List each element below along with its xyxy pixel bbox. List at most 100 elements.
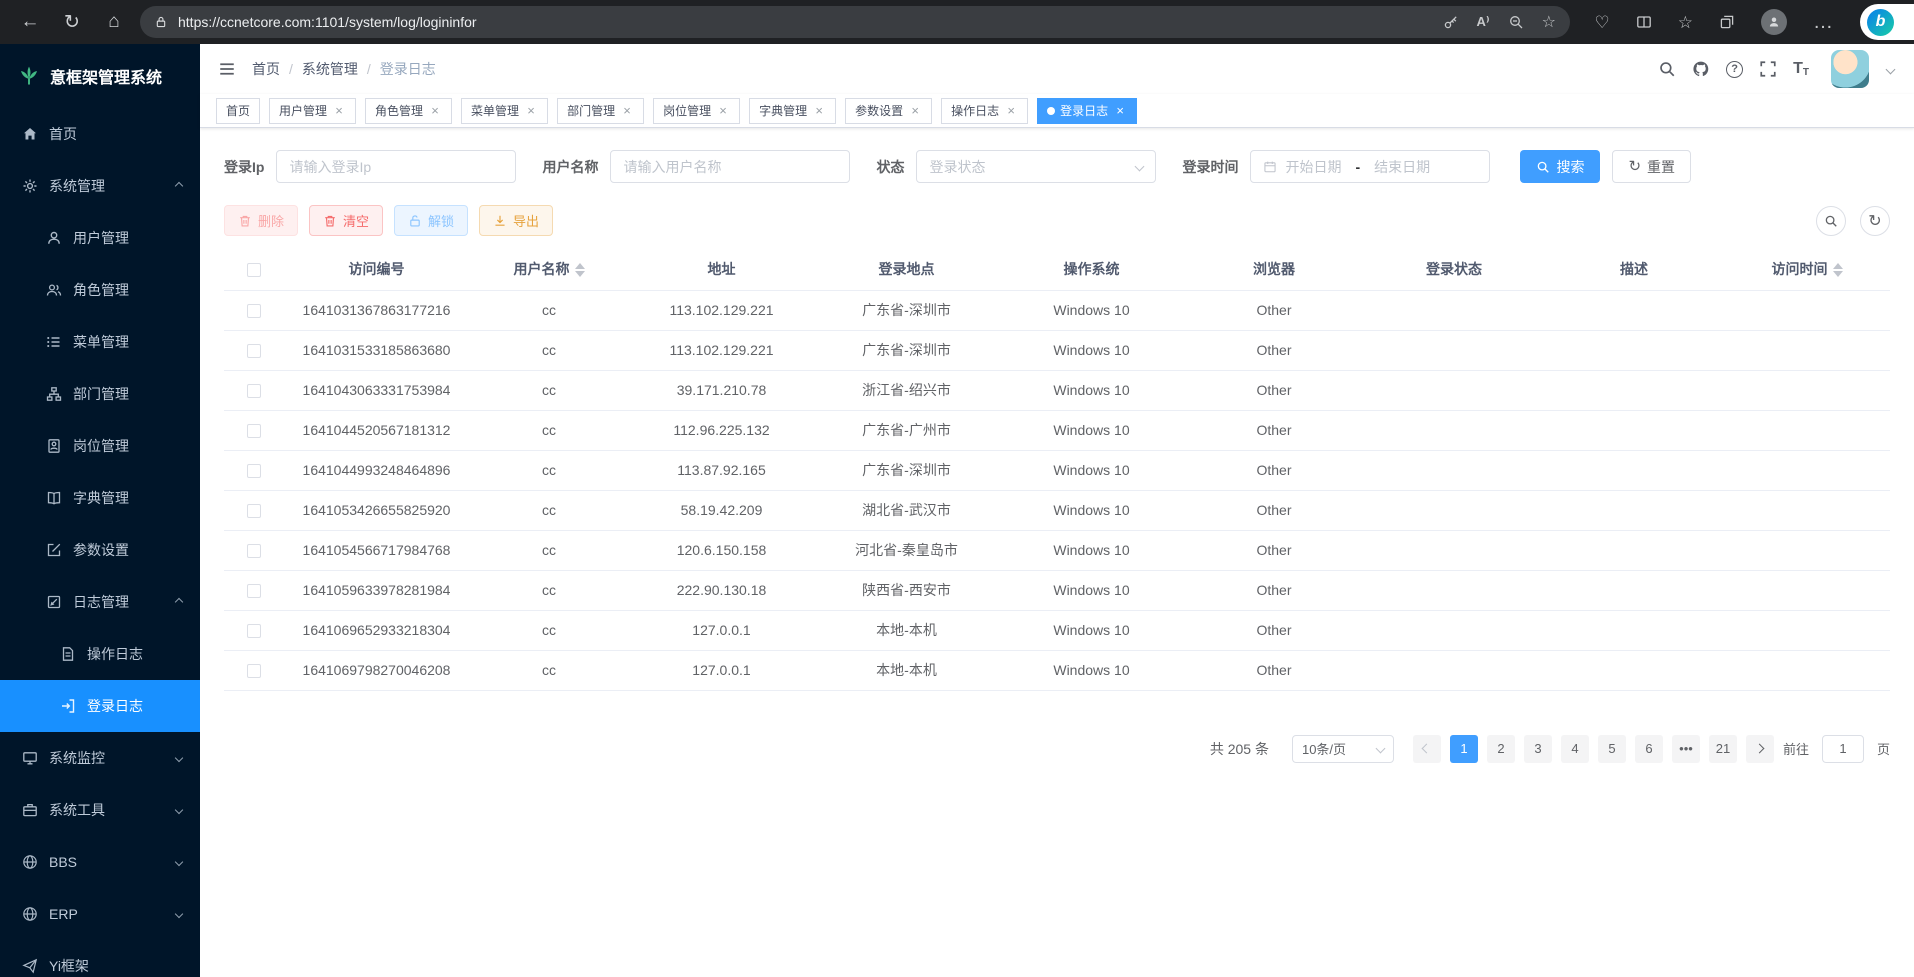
tab-operation-log[interactable]: 操作日志× (941, 98, 1028, 124)
column-visit-time[interactable]: 访问时间 (1724, 248, 1890, 290)
settings-menu-icon[interactable]: … (1813, 12, 1834, 32)
tab-dictionary-management[interactable]: 字典管理× (749, 98, 836, 124)
breadcrumb-home[interactable]: 首页 (252, 59, 280, 79)
sidebar-item-yi-framework[interactable]: Yi框架 (0, 940, 200, 977)
github-button[interactable] (1692, 60, 1710, 78)
address-bar[interactable]: https://ccnetcore.com:1101/system/log/lo… (140, 6, 1570, 38)
sort-icons[interactable] (1833, 263, 1843, 277)
row-checkbox[interactable] (247, 624, 261, 638)
row-checkbox[interactable] (247, 384, 261, 398)
table-refresh-button[interactable]: ↻ (1860, 206, 1890, 236)
page-button-3[interactable]: 3 (1524, 735, 1552, 763)
next-page-button[interactable] (1746, 735, 1774, 763)
close-icon[interactable]: × (1113, 103, 1127, 118)
tab-menu-management[interactable]: 菜单管理× (461, 98, 548, 124)
select-all-checkbox[interactable] (247, 263, 261, 277)
sidebar-item-user-management[interactable]: 用户管理 (0, 212, 200, 264)
table-row[interactable]: 1641044993248464896 cc 113.87.92.165 广东省… (224, 450, 1890, 490)
page-button-1[interactable]: 1 (1450, 735, 1478, 763)
close-icon[interactable]: × (428, 103, 442, 118)
sort-asc-icon[interactable] (575, 263, 585, 269)
sidebar-item-department-management[interactable]: 部门管理 (0, 368, 200, 420)
refresh-button[interactable]: ↻ (56, 6, 88, 38)
table-row[interactable]: 1641031367863177216 cc 113.102.129.221 广… (224, 290, 1890, 330)
sidebar-item-menu-management[interactable]: 菜单管理 (0, 316, 200, 368)
sort-desc-icon[interactable] (1833, 271, 1843, 277)
table-row[interactable]: 1641069652933218304 cc 127.0.0.1 本地-本机 W… (224, 610, 1890, 650)
site-info-icon[interactable] (154, 15, 168, 29)
sidebar-item-erp[interactable]: ERP (0, 888, 200, 940)
table-row[interactable]: 1641059633978281984 cc 222.90.130.18 陕西省… (224, 570, 1890, 610)
more-pages-button[interactable]: ••• (1672, 735, 1700, 763)
help-button[interactable]: ? (1726, 61, 1743, 78)
sidebar-item-parameter-settings[interactable]: 参数设置 (0, 524, 200, 576)
table-row[interactable]: 1641043063331753984 cc 39.171.210.78 浙江省… (224, 370, 1890, 410)
jump-page-input[interactable] (1822, 735, 1864, 763)
url-text[interactable]: https://ccnetcore.com:1101/system/log/lo… (178, 14, 1433, 30)
sort-icons[interactable] (575, 263, 585, 277)
close-icon[interactable]: × (716, 103, 730, 118)
tab-parameter-settings[interactable]: 参数设置× (845, 98, 932, 124)
sort-desc-icon[interactable] (575, 271, 585, 277)
sidebar-item-role-management[interactable]: 角色管理 (0, 264, 200, 316)
page-button-2[interactable]: 2 (1487, 735, 1515, 763)
export-button[interactable]: 导出 (479, 205, 553, 236)
column-username[interactable]: 用户名称 (469, 248, 629, 290)
browser-profile-avatar[interactable] (1761, 9, 1787, 35)
ip-input[interactable] (289, 159, 503, 175)
add-favorite-icon[interactable]: ☆ (1542, 12, 1556, 32)
date-range-picker[interactable]: 开始日期 - 结束日期 (1250, 150, 1490, 183)
split-screen-icon[interactable] (1636, 14, 1652, 30)
tab-user-management[interactable]: 用户管理× (269, 98, 356, 124)
row-checkbox[interactable] (247, 664, 261, 678)
sidebar-item-home[interactable]: 首页 (0, 108, 200, 160)
table-row[interactable]: 1641053426655825920 cc 58.19.42.209 湖北省-… (224, 490, 1890, 530)
password-key-icon[interactable] (1443, 14, 1459, 30)
zoom-out-icon[interactable] (1508, 14, 1524, 30)
sort-asc-icon[interactable] (1833, 263, 1843, 269)
page-button-5[interactable]: 5 (1598, 735, 1626, 763)
row-checkbox[interactable] (247, 584, 261, 598)
unlock-button[interactable]: 解锁 (394, 205, 468, 236)
row-checkbox[interactable] (247, 304, 261, 318)
table-row[interactable]: 1641031533185863680 cc 113.102.129.221 广… (224, 330, 1890, 370)
page-button-6[interactable]: 6 (1635, 735, 1663, 763)
prev-page-button[interactable] (1413, 735, 1441, 763)
sidebar-item-operation-log[interactable]: 操作日志 (0, 628, 200, 680)
tab-login-log[interactable]: 登录日志× (1037, 98, 1137, 124)
table-row[interactable]: 1641069798270046208 cc 127.0.0.1 本地-本机 W… (224, 650, 1890, 690)
collections-icon[interactable] (1719, 14, 1735, 30)
home-button[interactable]: ⌂ (98, 6, 130, 38)
close-icon[interactable]: × (620, 103, 634, 118)
search-toggle-button[interactable] (1816, 206, 1846, 236)
row-checkbox[interactable] (247, 344, 261, 358)
page-button-21[interactable]: 21 (1709, 735, 1737, 763)
search-button[interactable]: 搜索 (1520, 150, 1600, 183)
sidebar-item-log-management[interactable]: 日志管理 (0, 576, 200, 628)
favorites-icon[interactable]: ☆ (1678, 14, 1693, 31)
row-checkbox[interactable] (247, 504, 261, 518)
close-icon[interactable]: × (908, 103, 922, 118)
header-search-button[interactable] (1658, 60, 1676, 78)
sidebar-item-dictionary-management[interactable]: 字典管理 (0, 472, 200, 524)
row-checkbox[interactable] (247, 544, 261, 558)
row-checkbox[interactable] (247, 424, 261, 438)
username-input[interactable] (623, 159, 837, 175)
sidebar-item-system-monitor[interactable]: 系统监控 (0, 732, 200, 784)
sidebar-item-system-management[interactable]: 系统管理 (0, 160, 200, 212)
table-row[interactable]: 1641044520567181312 cc 112.96.225.132 广东… (224, 410, 1890, 450)
bing-sidebar-button[interactable]: b (1860, 4, 1914, 40)
sidebar-item-system-tools[interactable]: 系统工具 (0, 784, 200, 836)
page-button-4[interactable]: 4 (1561, 735, 1589, 763)
avatar-dropdown-icon[interactable] (1886, 64, 1896, 74)
tab-role-management[interactable]: 角色管理× (365, 98, 452, 124)
close-icon[interactable]: × (812, 103, 826, 118)
delete-button[interactable]: 删除 (224, 205, 298, 236)
font-size-button[interactable]: TT (1793, 60, 1809, 78)
row-checkbox[interactable] (247, 464, 261, 478)
sidebar-item-post-management[interactable]: 岗位管理 (0, 420, 200, 472)
back-button[interactable]: ← (14, 6, 46, 38)
tab-post-management[interactable]: 岗位管理× (653, 98, 740, 124)
reset-button[interactable]: ↻ 重置 (1612, 150, 1691, 183)
browser-essentials-icon[interactable]: ♡ (1595, 14, 1610, 31)
